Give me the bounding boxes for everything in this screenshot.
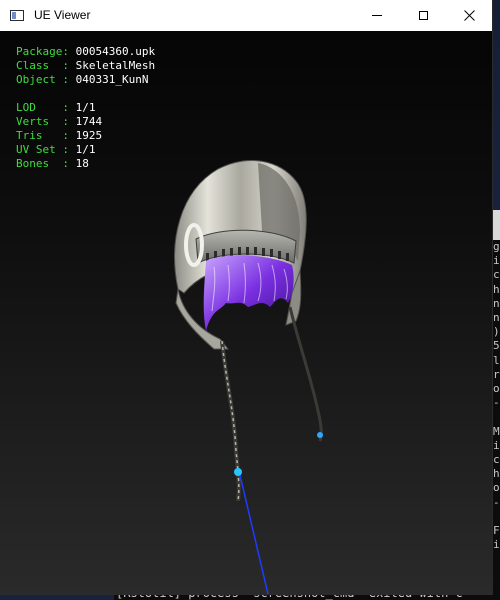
bone-line — [238, 470, 269, 594]
uvset-value: 1/1 — [75, 143, 96, 156]
console-line: M — [493, 424, 500, 438]
info-bones-row: Bones : 18 — [16, 157, 89, 170]
console-line: g — [493, 240, 500, 253]
console-line: h — [493, 467, 500, 481]
hair-fringe — [203, 255, 294, 331]
ue-viewer-window: UE Viewer Package: 00054360.upk Class: … — [0, 0, 492, 594]
right-drawstring — [288, 306, 323, 442]
console-line: o — [493, 481, 500, 495]
console-line: i — [493, 538, 500, 552]
console-line: n — [493, 296, 500, 310]
app-window-icon — [10, 10, 24, 21]
console-line: F — [493, 524, 500, 538]
mesh-viewport[interactable]: Package: 00054360.upk Class : SkeletalMe… — [0, 31, 492, 594]
console-line: c — [493, 453, 500, 467]
minimize-icon — [372, 15, 382, 16]
console-line: 5 — [493, 339, 500, 353]
console-line: o — [493, 382, 500, 396]
console-line: ) — [493, 325, 500, 339]
right-bone-joint — [317, 432, 323, 438]
left-bone-joint — [234, 468, 242, 476]
console-scrollbar[interactable] — [492, 210, 500, 240]
info-tris-row: Tris : 1925 — [16, 129, 103, 142]
title-bar[interactable]: UE Viewer — [0, 0, 492, 31]
info-class-row: Class : SkeletalMesh — [16, 59, 156, 72]
console-line: r — [493, 367, 500, 381]
console-line: h — [493, 282, 500, 296]
package-value: 00054360.upk — [75, 45, 156, 58]
tris-value: 1925 — [75, 129, 103, 142]
console-line: n — [493, 311, 500, 325]
bones-value: 18 — [75, 157, 89, 170]
maximize-button[interactable] — [400, 0, 446, 31]
close-icon — [463, 10, 475, 21]
console-line: - — [493, 495, 500, 509]
maximize-icon — [418, 11, 428, 20]
console-line: i — [493, 254, 500, 268]
info-object-row: Object : 040331_KunN — [16, 73, 149, 86]
close-button[interactable] — [446, 0, 492, 31]
info-verts-row: Verts : 1744 — [16, 115, 103, 128]
class-value: SkeletalMesh — [75, 59, 156, 72]
lod-value: 1/1 — [75, 101, 96, 114]
verts-value: 1744 — [75, 115, 103, 128]
console-line: c — [493, 268, 500, 282]
console-text-column: g i c h n n) 5 l r o - Micho- Fi — [493, 240, 500, 552]
console-line: - — [493, 396, 500, 410]
console-line: i — [493, 438, 500, 452]
window-title: UE Viewer — [34, 8, 91, 22]
minimize-button[interactable] — [354, 0, 400, 31]
console-line: l — [493, 353, 500, 367]
info-lod-row: LOD : 1/1 — [16, 101, 96, 114]
info-package-row: Package: 00054360.upk — [16, 45, 156, 58]
mesh-info-overlay: Package: 00054360.upk Class : SkeletalMe… — [16, 45, 155, 171]
object-value: 040331_KunN — [75, 73, 149, 86]
background-console-window: g i c h n n) 5 l r o - Micho- Fi — [492, 210, 500, 600]
info-uvset-row: UV Set : 1/1 — [16, 143, 96, 156]
